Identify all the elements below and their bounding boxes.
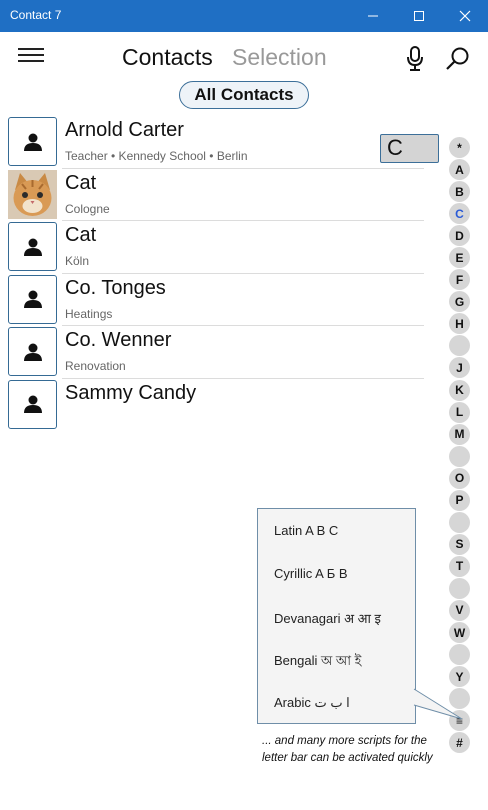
contact-detail: Cologne [65, 201, 110, 216]
script-option[interactable]: Latin A B C [274, 523, 338, 538]
microphone-icon[interactable] [404, 46, 426, 72]
letter-button[interactable]: # [449, 732, 470, 754]
letter-button[interactable]: C [449, 203, 470, 225]
contact-name: Cat [65, 224, 97, 246]
contact-photo [8, 169, 57, 219]
letter-button[interactable]: B [449, 181, 470, 203]
letter-button[interactable]: K [449, 379, 470, 401]
contact-detail: Heatings [65, 306, 113, 321]
maximize-icon [414, 11, 424, 21]
minimize-icon [368, 15, 378, 17]
letter-button[interactable] [449, 335, 470, 357]
person-icon [23, 290, 42, 308]
letter-button[interactable]: Y [449, 666, 470, 688]
letter-button[interactable]: L [449, 401, 470, 423]
contact-row[interactable]: Sammy Candy [0, 379, 430, 432]
script-option[interactable]: Bengali অ আ ই [274, 652, 361, 673]
tab-selection[interactable]: Selection [232, 44, 327, 71]
app-bar: Contacts Selection [0, 32, 488, 86]
letter-button[interactable]: J [449, 357, 470, 379]
letter-button[interactable]: V [449, 599, 470, 621]
letter-button[interactable] [449, 577, 470, 599]
scripts-popup: Latin A B C Cyrillic A Б В Devanagari अ आ … [257, 508, 463, 724]
letter-button[interactable]: G [449, 291, 470, 313]
contact-row[interactable]: Co. Wenner Renovation [0, 326, 430, 379]
window-title: Contact 7 [10, 8, 62, 22]
letter-button[interactable]: P [449, 489, 470, 511]
all-contacts-filter[interactable]: All Contacts [179, 81, 309, 109]
person-icon [23, 343, 42, 361]
title-bar: Contact 7 [0, 0, 488, 32]
contact-detail: Renovation [65, 359, 126, 373]
contact-avatar [8, 117, 57, 166]
contact-name: Sammy Candy [65, 381, 197, 404]
maximize-button[interactable] [396, 0, 442, 32]
letter-button[interactable]: A [449, 159, 470, 181]
close-button[interactable] [442, 0, 488, 32]
contact-row[interactable]: Cat Köln [0, 221, 430, 274]
letter-button[interactable]: S [449, 533, 470, 555]
contact-avatar [8, 327, 57, 376]
menu-icon[interactable] [18, 48, 44, 68]
contact-detail: Teacher • Kennedy School • Berlin [65, 149, 248, 163]
current-letter-indicator: C [380, 134, 439, 163]
search-icon[interactable] [445, 46, 471, 72]
letter-button[interactable]: D [449, 225, 470, 247]
contact-name: Arnold Carter [65, 119, 184, 141]
script-option[interactable]: Cyrillic A Б В [274, 566, 348, 581]
letter-button[interactable]: M [449, 423, 470, 445]
person-icon [23, 395, 42, 413]
person-icon [23, 238, 42, 256]
close-icon [459, 10, 471, 22]
person-icon [23, 133, 42, 151]
contact-row[interactable]: Cat Cologne [0, 169, 430, 221]
contact-name: Co. Tonges [65, 276, 166, 299]
letter-bar: * A B C D E F G H J K L M O P S T V W Y ≡ # [449, 137, 471, 754]
letter-button[interactable] [449, 644, 470, 666]
contact-name: Co. Wenner [65, 329, 172, 351]
letter-button[interactable] [449, 445, 470, 467]
letter-button[interactable]: H [449, 313, 470, 335]
letter-button[interactable]: O [449, 467, 470, 489]
cat-photo [8, 169, 57, 219]
contact-list: Arnold Carter Teacher • Kennedy School • … [0, 116, 430, 431]
contact-row[interactable]: Co. Tonges Heatings [0, 274, 430, 326]
letter-button[interactable]: E [449, 247, 470, 269]
letter-button[interactable]: W [449, 622, 470, 644]
script-option[interactable]: Devanagari अ आ इ [274, 609, 381, 627]
contact-row[interactable]: Arnold Carter Teacher • Kennedy School • … [0, 116, 430, 169]
contact-name: Cat [65, 171, 97, 194]
contact-avatar [8, 274, 57, 324]
contact-avatar [8, 222, 57, 271]
popup-pointer [413, 688, 463, 720]
minimize-button[interactable] [350, 0, 396, 32]
contact-detail: Köln [65, 254, 90, 268]
contact-avatar [8, 379, 57, 429]
script-option[interactable]: Arabic ا ب ت [274, 695, 350, 711]
letter-button[interactable]: F [449, 269, 470, 291]
scripts-note: ... and many more scripts for the letter… [262, 735, 433, 764]
tab-contacts[interactable]: Contacts [122, 44, 213, 71]
letter-button[interactable] [449, 511, 470, 533]
letter-button[interactable]: T [449, 555, 470, 577]
letter-button[interactable]: * [449, 137, 470, 158]
